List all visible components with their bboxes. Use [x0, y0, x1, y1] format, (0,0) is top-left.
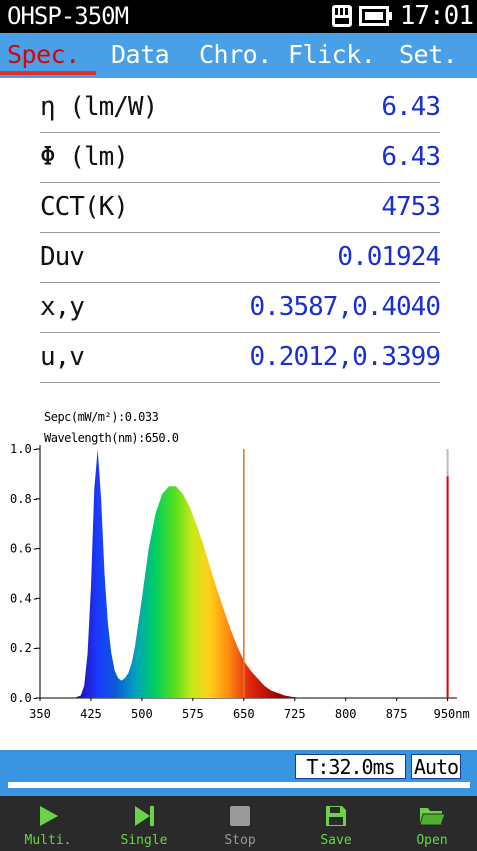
single-label: Single	[120, 833, 168, 848]
metric-value: 6.43	[381, 142, 441, 172]
metric-row-luminous-flux: Φ (lm) 6.43	[40, 133, 441, 183]
play-icon	[8, 804, 88, 828]
clock: 17:01	[399, 1, 474, 31]
x-tick-label: 350	[29, 707, 51, 721]
integration-time-field[interactable]: T:32.0ms	[295, 754, 406, 779]
stop-button[interactable]: Stop	[200, 796, 280, 851]
tab-chromaticity[interactable]: Chro.	[199, 39, 272, 71]
y-tick-label: 0.2-	[10, 641, 39, 655]
x-tick-label: 425	[80, 707, 102, 721]
tab-settings[interactable]: Set.	[399, 39, 458, 71]
y-tick-label: 0.6-	[10, 542, 39, 556]
metric-row-xy: x,y 0.3587,0.4040	[40, 283, 441, 333]
save-button[interactable]: Save	[296, 796, 376, 851]
multi-label: Multi.	[24, 833, 72, 848]
spectrum-area	[60, 449, 319, 698]
metric-label: Duv	[40, 242, 85, 272]
x-tick-label: 575	[182, 707, 204, 721]
y-tick-label: 0.8-	[10, 492, 39, 506]
x-tick-label: 650	[233, 707, 255, 721]
device-name: OHSP-350M	[7, 2, 129, 30]
progress-bar	[8, 782, 470, 788]
spectrum-chart[interactable]: 0.0- 0.2- 0.4- 0.6- 0.8- 1.0- 350 425 500 575 650 7…	[0, 440, 477, 730]
metric-value: 0.2012,0.3399	[249, 342, 441, 372]
folder-icon	[392, 804, 472, 828]
metric-value: 0.01924	[337, 242, 441, 272]
metric-label: Φ (lm)	[40, 142, 129, 172]
metric-value: 4753	[381, 192, 441, 222]
tab-flicker[interactable]: Flick.	[288, 39, 376, 71]
metric-row-uv: u,v 0.2012,0.3399	[40, 333, 441, 383]
metric-value: 0.3587,0.4040	[249, 292, 441, 322]
y-tick-label: 1.0-	[10, 442, 39, 456]
metric-label: u,v	[40, 342, 85, 372]
y-tick-label: 0.0-	[10, 691, 39, 705]
active-tab-indicator	[0, 71, 96, 75]
save-label: Save	[320, 833, 352, 848]
stop-icon	[200, 804, 280, 828]
metric-row-efficacy: η (lm/W) 6.43	[40, 83, 441, 133]
save-icon	[296, 804, 376, 828]
x-tick-label: 950nm	[434, 707, 470, 721]
open-label: Open	[416, 833, 448, 848]
step-icon	[104, 804, 184, 828]
x-tick-label: 725	[284, 707, 306, 721]
metrics-table: η (lm/W) 6.43 Φ (lm) 6.43 CCT(K) 4753 Du…	[40, 83, 441, 383]
spectral-irradiance-readout: Sepc(mW/m²):0.033	[44, 410, 159, 424]
metric-label: x,y	[40, 292, 85, 322]
chart-series	[60, 449, 449, 698]
metric-row-cct: CCT(K) 4753	[40, 183, 441, 233]
sd-card-icon	[331, 4, 353, 32]
metric-label: η (lm/W)	[40, 92, 158, 122]
metric-label: CCT(K)	[40, 192, 129, 222]
y-tick-label: 0.4-	[10, 591, 39, 605]
single-measure-button[interactable]: Single	[104, 796, 184, 851]
metric-value: 6.43	[381, 92, 441, 122]
tab-bar: Spec. Data Chro. Flick. Set.	[0, 33, 477, 78]
control-strip: T:32.0ms Auto	[0, 750, 477, 796]
open-button[interactable]: Open	[392, 796, 472, 851]
mode-selector[interactable]: Auto	[411, 754, 461, 779]
x-tick-label: 875	[386, 707, 408, 721]
metric-row-duv: Duv 0.01924	[40, 233, 441, 283]
x-tick-label: 500	[131, 707, 153, 721]
x-tick-label: 800	[335, 707, 357, 721]
tab-spectrum[interactable]: Spec.	[7, 39, 80, 71]
stop-label: Stop	[224, 833, 256, 848]
tab-data[interactable]: Data	[111, 39, 170, 71]
multi-measure-button[interactable]: Multi.	[8, 796, 88, 851]
bottom-toolbar: Multi. Single Stop Save Open	[0, 796, 477, 851]
battery-icon	[359, 6, 393, 30]
status-bar: OHSP-350M 17:01	[0, 0, 477, 33]
